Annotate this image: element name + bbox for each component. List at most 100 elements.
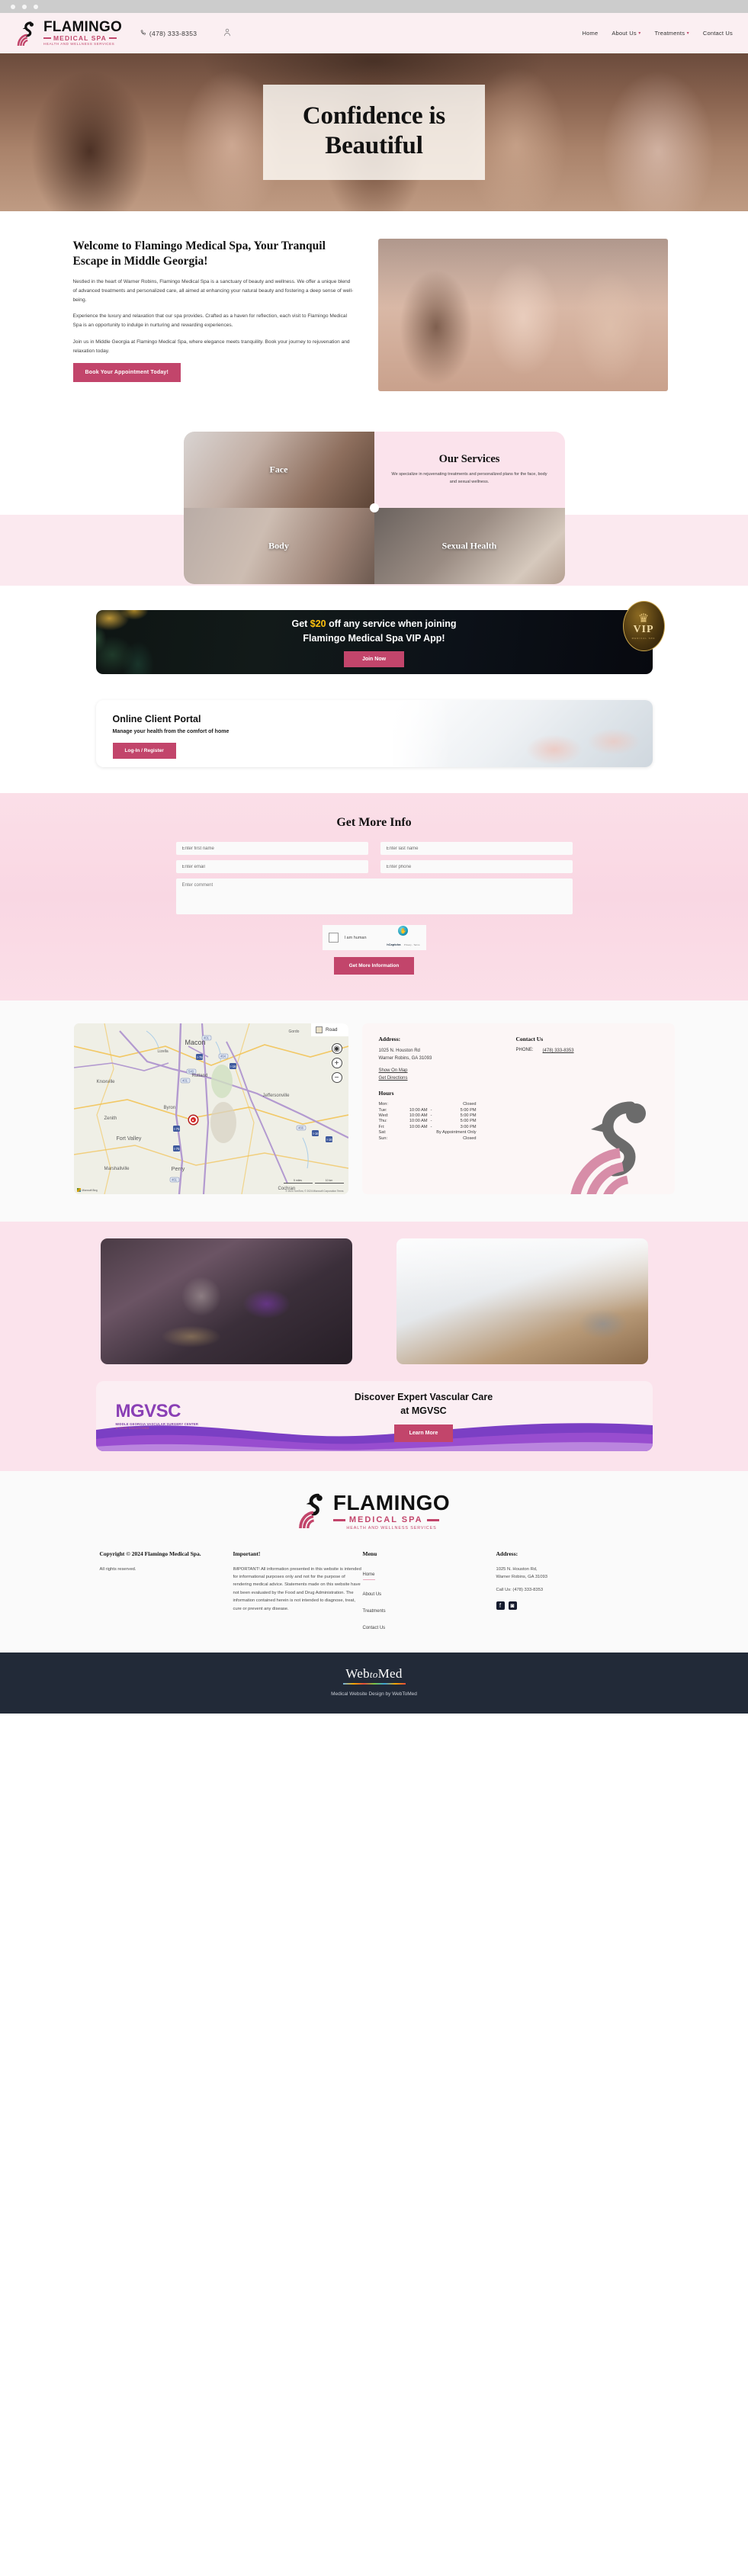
- captcha-terms[interactable]: Privacy - Terms: [404, 943, 420, 946]
- map-city-label: Knoxville: [96, 1080, 115, 1084]
- webtomed-credit-text: Medical Website Design by WebToMed: [331, 1691, 417, 1697]
- facebook-icon[interactable]: f: [496, 1601, 505, 1610]
- map-city-label: Perry: [171, 1165, 185, 1172]
- svg-text:466: 466: [298, 1126, 304, 1130]
- nav-item-about-us[interactable]: About Us ▾: [612, 30, 640, 37]
- footer-address-line-2: Warner Robins, GA 31093: [496, 1574, 547, 1579]
- service-card-sexual-health[interactable]: Sexual Health: [374, 508, 565, 584]
- mgvsc-learn-more-button[interactable]: Learn More: [393, 1425, 454, 1443]
- footer-menu-title: Menu: [362, 1550, 377, 1557]
- map-city-label: Lizella: [157, 1049, 169, 1054]
- hours-dash: -: [430, 1119, 432, 1124]
- service-card-body[interactable]: Body: [183, 508, 374, 584]
- map-scale-bar: 5 miles 10 km: [283, 1179, 344, 1184]
- footer-menu-item-home[interactable]: Home: [362, 1572, 375, 1580]
- portal-image-hands-typing: [393, 700, 653, 767]
- hcaptcha-widget[interactable]: I am human ✋ hCaptcha Privacy - Terms: [322, 925, 426, 950]
- site-logo[interactable]: FLAMINGO MEDICAL SPA HEALTH AND WELLNESS…: [17, 20, 122, 47]
- map-provider-logo: Microsoft Bing: [76, 1188, 98, 1192]
- footer-logo-rule-right: [426, 1518, 439, 1521]
- get-more-info-section: Get More Info I am human ✋ hCaptcha Priv…: [0, 793, 748, 1001]
- vip-badge: ♛ VIP MEDICAL SPA: [622, 601, 665, 651]
- hero-line-1: Confidence is: [302, 101, 446, 130]
- mgvsc-acronym: MGVSC: [115, 1401, 181, 1421]
- footer-menu-item-treatments[interactable]: Treatments: [363, 1609, 386, 1614]
- hours-day: Thu:: [378, 1119, 387, 1124]
- get-directions-link[interactable]: Get Directions: [379, 1075, 516, 1083]
- footer-menu-item-about-us[interactable]: About Us: [363, 1592, 382, 1597]
- hours-open: 10:00 AM: [409, 1113, 428, 1118]
- instagram-icon[interactable]: ◙: [508, 1601, 517, 1610]
- footer-important-title: Important!: [233, 1550, 261, 1557]
- map-location-pin[interactable]: [188, 1116, 197, 1124]
- map-layer-selector[interactable]: Road: [310, 1023, 348, 1036]
- portal-login-register-button[interactable]: Log-In / Register: [112, 743, 176, 759]
- hours-close: 5:00 PM: [460, 1119, 477, 1124]
- contact-phone-label: PHONE:: [515, 1048, 534, 1052]
- comment-textarea[interactable]: [175, 878, 573, 914]
- window-close-dot[interactable]: [11, 4, 15, 9]
- hours-close: 5:00 PM: [460, 1107, 477, 1113]
- bing-icon: [76, 1188, 81, 1192]
- service-card-face[interactable]: Face: [183, 432, 374, 508]
- header-phone[interactable]: (478) 333-8353: [140, 30, 197, 37]
- webtomed-color-rule: [342, 1682, 406, 1685]
- mgvsc-logo-line-2: & VEIN SOLUTIONS: [115, 1426, 149, 1430]
- svg-text:461: 461: [172, 1178, 178, 1182]
- vip-line2: Flamingo Medical Spa VIP App!: [303, 632, 445, 644]
- last-name-input[interactable]: [380, 842, 573, 855]
- show-on-map-link[interactable]: Show On Map: [379, 1068, 516, 1075]
- hours-dash: -: [430, 1107, 432, 1113]
- book-appointment-button[interactable]: Book Your Appointment Today!: [72, 362, 181, 382]
- window-minimize-dot[interactable]: [22, 4, 27, 9]
- nav-label: Treatments: [654, 30, 685, 37]
- services-info-card: Our Services We specialize in rejuvenati…: [374, 432, 565, 508]
- chevron-down-icon: ▾: [638, 31, 641, 36]
- user-account-icon[interactable]: [223, 27, 231, 40]
- captcha-brand-block: ✋ hCaptcha Privacy - Terms: [387, 926, 420, 949]
- captcha-checkbox[interactable]: [328, 933, 339, 943]
- footer-menu-item-contact-us[interactable]: Contact Us: [363, 1626, 386, 1630]
- nav-item-home[interactable]: Home: [583, 30, 599, 37]
- flamingo-decorative-art: [570, 1101, 646, 1194]
- first-name-input[interactable]: [175, 842, 368, 855]
- tropical-leaves-decoration: [95, 610, 176, 674]
- footer-menu-column: Menu Home About Us Treatments Contact Us: [362, 1550, 496, 1636]
- vip-heading: Get $20 off any service when joining Fla…: [291, 617, 456, 646]
- mgvsc-card: MGVSC MIDDLE GEORGIA VASCULAR SURGERY CE…: [95, 1381, 653, 1451]
- vip-join-now-button[interactable]: Join Now: [343, 651, 405, 668]
- gallery-image-treatment-room: [100, 1238, 352, 1364]
- footer-call-us: Call Us: (478) 333-8353: [496, 1588, 544, 1593]
- logo-subtitle: MEDICAL SPA: [43, 35, 122, 42]
- get-more-information-button[interactable]: Get More Information: [333, 957, 415, 975]
- footer-logo-name: FLAMINGO: [332, 1491, 451, 1514]
- logo-rule-left: [43, 37, 51, 40]
- map-zoom-in-button[interactable]: +: [331, 1058, 342, 1068]
- nav-item-contact-us[interactable]: Contact Us: [703, 30, 733, 37]
- svg-text:I-16: I-16: [313, 1132, 319, 1135]
- contact-phone-link[interactable]: (478) 333-8353: [543, 1048, 574, 1055]
- hero-heading: Confidence is Beautiful: [303, 101, 445, 161]
- map-zoom-out-button[interactable]: −: [331, 1072, 342, 1083]
- hero-text-card: Confidence is Beautiful: [262, 84, 486, 181]
- footer-address-title: Address:: [496, 1550, 518, 1557]
- nav-item-treatments[interactable]: Treatments ▾: [655, 30, 689, 37]
- map-locate-button[interactable]: ◉: [331, 1043, 342, 1054]
- services-title: Our Services: [438, 453, 500, 466]
- webtomed-logo[interactable]: WebtoMed: [0, 1666, 748, 1681]
- email-input[interactable]: [175, 860, 368, 873]
- logo-rule-right: [108, 37, 117, 40]
- phone-input[interactable]: [380, 860, 573, 873]
- svg-text:540: 540: [188, 1070, 194, 1074]
- portal-section: Online Client Portal Manage your health …: [0, 688, 748, 793]
- service-label-face: Face: [269, 464, 288, 475]
- window-maximize-dot[interactable]: [34, 4, 38, 9]
- hours-row: Fri: 10:00 AM - 3:00 PM: [379, 1124, 477, 1129]
- hours-close: Closed: [463, 1135, 477, 1141]
- location-map[interactable]: 401 I-75 464 I-16 540 401 I-75 I-75 466 …: [73, 1023, 348, 1194]
- hours-dash: -: [430, 1113, 432, 1118]
- footer-logo[interactable]: FLAMINGO MEDICAL SPA HEALTH AND WELLNESS…: [0, 1492, 748, 1531]
- hours-open: [397, 1102, 428, 1107]
- hours-span: By Appointment Only: [436, 1130, 477, 1135]
- welcome-section: Welcome to Flamingo Medical Spa, Your Tr…: [0, 211, 748, 422]
